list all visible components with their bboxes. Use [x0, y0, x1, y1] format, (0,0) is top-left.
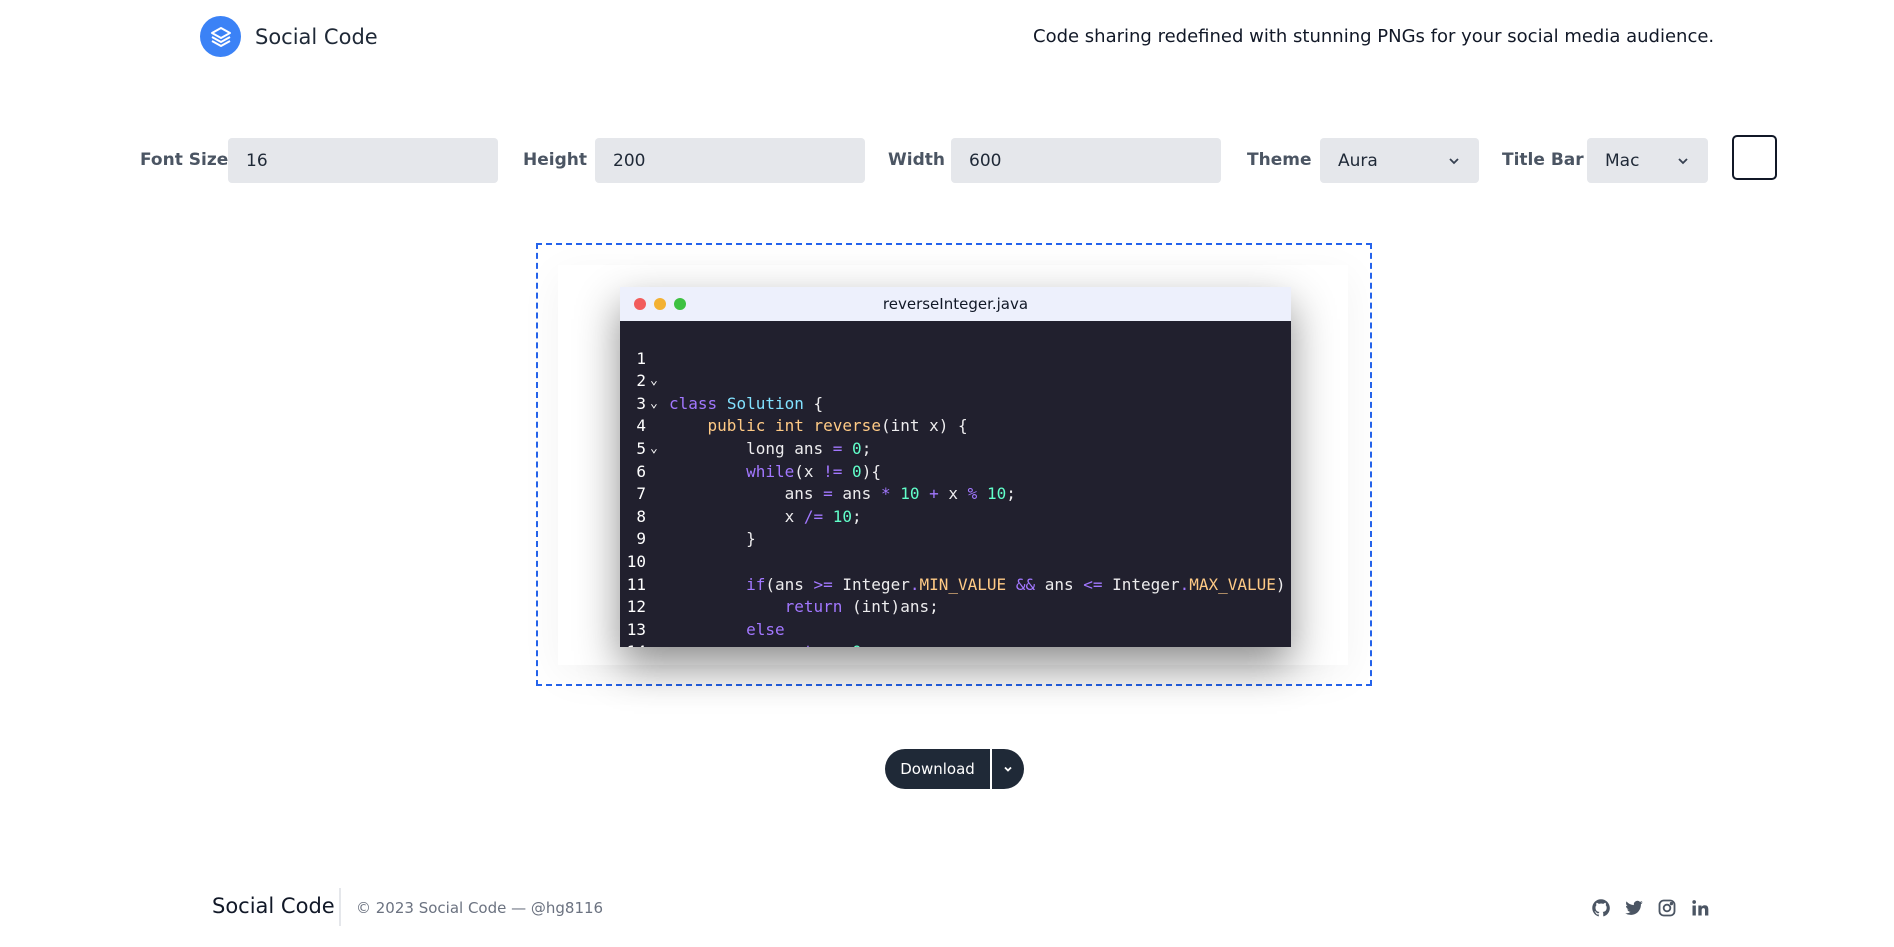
- code-line: 3 long ans = 0;: [620, 370, 1291, 458]
- height-input[interactable]: [595, 138, 865, 183]
- twitter-icon[interactable]: [1623, 897, 1644, 918]
- theme-label: Theme: [1247, 150, 1312, 170]
- code-line: 1 ⌄ class Solution {: [620, 325, 1291, 413]
- code-text: return 0;: [669, 641, 872, 647]
- social-links: [1590, 897, 1710, 918]
- code-line: 14 }: [620, 619, 1291, 647]
- download-group: Download: [885, 749, 1024, 789]
- background-color-picker[interactable]: [1732, 135, 1777, 180]
- title-bar-label: Title Bar: [1502, 150, 1584, 170]
- linkedin-icon[interactable]: [1689, 897, 1710, 918]
- font-size-input[interactable]: [228, 138, 498, 183]
- preview-area: reverseInteger.java 1 ⌄ class Solution {…: [536, 243, 1372, 686]
- line-number: 14: [620, 641, 646, 647]
- download-button[interactable]: Download: [885, 749, 990, 789]
- code-line: 10 return (int)ans;: [620, 528, 1291, 616]
- title-bar-select-value: Mac: [1605, 150, 1640, 171]
- code-line: 6 x /= 10;: [620, 438, 1291, 526]
- footer-divider: [339, 888, 341, 926]
- code-line: 11 else: [620, 551, 1291, 639]
- logo-text: Social Code: [255, 24, 378, 49]
- height-label: Height: [523, 150, 587, 170]
- instagram-icon[interactable]: [1656, 897, 1677, 918]
- code-line: 8: [620, 483, 1291, 526]
- code-editor[interactable]: 1 ⌄ class Solution { 2 ⌄ public int reve…: [620, 325, 1291, 647]
- code-line: 9 if(ans >= Integer.MIN_VALUE && ans <= …: [620, 506, 1291, 593]
- theme-select[interactable]: Aura: [1320, 138, 1479, 183]
- logo[interactable]: Social Code: [200, 16, 378, 57]
- code-line: 2 ⌄ public int reverse(int x) {: [620, 348, 1291, 435]
- code-line: 5 ans = ans * 10 + x % 10;: [620, 415, 1291, 503]
- title-bar-select[interactable]: Mac: [1587, 138, 1708, 183]
- code-window: reverseInteger.java 1 ⌄ class Solution {…: [620, 287, 1291, 647]
- footer-copyright: © 2023 Social Code — @hg8116: [356, 899, 604, 917]
- chevron-down-icon: [1678, 157, 1688, 164]
- theme-select-value: Aura: [1338, 150, 1378, 171]
- download-options-button[interactable]: [992, 749, 1024, 789]
- code-line: 4 ⌄ while(x != 0){: [620, 393, 1291, 480]
- chevron-down-icon: [1449, 157, 1459, 164]
- tagline: Code sharing redefined with stunning PNG…: [1033, 26, 1715, 47]
- github-icon[interactable]: [1590, 897, 1611, 918]
- code-line: 12 return 0;: [620, 574, 1291, 647]
- filename[interactable]: reverseInteger.java: [620, 295, 1291, 313]
- code-line: 13 }: [620, 596, 1291, 639]
- footer-brand[interactable]: Social Code: [212, 894, 335, 918]
- window-title-bar: reverseInteger.java: [620, 287, 1291, 321]
- header: Social Code Code sharing redefined with …: [0, 0, 1894, 76]
- width-input[interactable]: [951, 138, 1221, 183]
- code-line: 7 }: [620, 461, 1291, 548]
- width-label: Width: [888, 150, 945, 170]
- layers-icon: [200, 16, 241, 57]
- font-size-label: Font Size: [140, 150, 229, 170]
- chevron-down-icon: [1004, 766, 1012, 772]
